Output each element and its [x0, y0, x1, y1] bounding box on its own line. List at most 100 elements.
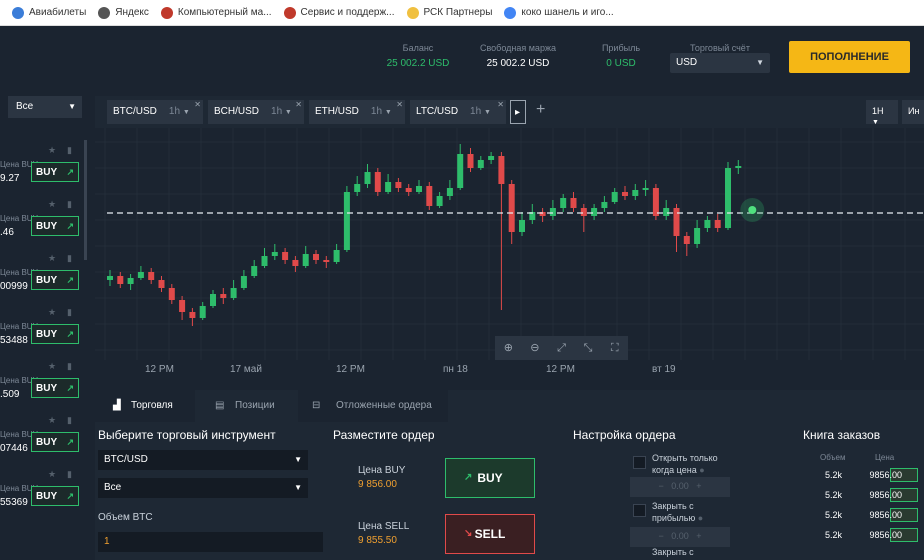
- chart-tab[interactable]: ETH/USD 1h ▼ ✕: [309, 100, 405, 124]
- instrument-row[interactable]: ★ ▮ Цена BUY 9.27 BUY ↗: [0, 140, 86, 194]
- instrument-buy-button[interactable]: BUY ↗: [31, 162, 79, 182]
- buy-button[interactable]: ↗ BUY: [445, 458, 535, 498]
- candle-body: [457, 154, 464, 188]
- arrow-up-right-icon: ↗: [66, 275, 74, 285]
- fullscreen-icon[interactable]: ⛶: [601, 336, 628, 360]
- candle-body: [282, 252, 289, 260]
- zoom-out-icon[interactable]: ⊖: [522, 336, 549, 360]
- star-icon[interactable]: ★: [48, 469, 56, 480]
- instrument-row[interactable]: ★ ▮ Цена BUY .509 BUY ↗: [0, 356, 86, 410]
- bookmark-favicon-icon: [98, 6, 111, 19]
- chart-tab[interactable]: LTC/USD 1h ▼ ✕: [410, 100, 506, 124]
- orderbook-price[interactable]: 9856.00: [862, 510, 902, 520]
- star-icon[interactable]: ★: [48, 307, 56, 318]
- star-icon[interactable]: ★: [48, 145, 56, 156]
- orderbook-volume: 5.2k: [824, 530, 842, 540]
- chart-tab[interactable]: BTC/USD 1h ▼ ✕: [107, 100, 203, 124]
- arrow-up-right-icon: ↗: [66, 437, 74, 447]
- topup-button[interactable]: ПОПОЛНЕНИЕ: [789, 41, 910, 73]
- volume-input[interactable]: 1: [98, 532, 323, 552]
- bookmark-item[interactable]: Авиабилеты: [12, 6, 86, 19]
- tab-pending-orders[interactable]: ⊟ Отложенные ордера: [298, 390, 448, 422]
- star-icon[interactable]: ★: [48, 199, 56, 210]
- chart-bars-icon[interactable]: ▮: [67, 253, 72, 264]
- bookmark-item[interactable]: Компьютерный ма...: [160, 6, 272, 19]
- chart-toolbar: ⊕ ⊖ ⤢ ⤡ ⛶: [495, 336, 628, 360]
- arrow-up-right-icon: ↗: [66, 491, 74, 501]
- chart-bars-icon[interactable]: ▮: [67, 307, 72, 318]
- bookmark-favicon-icon: [406, 6, 419, 19]
- category-select[interactable]: Все ▼: [98, 478, 308, 498]
- candle-body: [333, 250, 340, 262]
- bookmarks-bar: Авиабилеты Яндекс Компьютерный ма... Сервис…: [0, 0, 924, 26]
- instrument-buy-label: BUY: [36, 221, 58, 232]
- instrument-row[interactable]: ★ ▮ Цена BUY 55369 BUY ↗: [0, 464, 86, 518]
- add-tab-icon[interactable]: +: [532, 100, 554, 124]
- instrument-buy-button[interactable]: BUY ↗: [31, 378, 79, 398]
- instrument-buy-button[interactable]: BUY ↗: [31, 432, 79, 452]
- x-tick-label: 17 май: [230, 364, 262, 375]
- account-currency-select[interactable]: USD ▼: [670, 53, 770, 73]
- chart-bars-icon: ▟: [113, 400, 121, 411]
- x-tick-label: 12 PM: [336, 364, 365, 375]
- instrument-filter-select[interactable]: Все ▼: [8, 96, 82, 118]
- instrument-price: .509: [0, 389, 20, 400]
- star-icon[interactable]: ★: [48, 361, 56, 372]
- take-profit-label: Закрыть с прибылью ●: [652, 500, 712, 524]
- star-icon[interactable]: ★: [48, 415, 56, 426]
- list-scrollbar[interactable]: [84, 140, 87, 260]
- tabs-scroll-right-icon[interactable]: ▸: [510, 100, 526, 124]
- instrument-buy-label: BUY: [36, 491, 58, 502]
- chart-tab[interactable]: BCH/USD 1h ▼ ✕: [208, 100, 304, 124]
- instrument-row[interactable]: ★ ▮ Цена BUY 00999 BUY ↗: [0, 248, 86, 302]
- chart-bars-icon[interactable]: ▮: [67, 145, 72, 156]
- close-icon[interactable]: ✕: [396, 100, 403, 109]
- indicators-label: Ин: [908, 106, 920, 116]
- account-currency-value: USD: [676, 57, 698, 68]
- bookmark-item[interactable]: Сервис и поддерж...: [283, 6, 395, 19]
- instrument-buy-button[interactable]: BUY ↗: [31, 486, 79, 506]
- instrument-buy-button[interactable]: BUY ↗: [31, 324, 79, 344]
- candle-body: [323, 260, 330, 262]
- candle-body: [694, 228, 701, 244]
- orderbook-price[interactable]: 9856.00: [862, 490, 902, 500]
- close-icon[interactable]: ✕: [194, 100, 201, 109]
- bookmark-item[interactable]: Яндекс: [98, 6, 149, 19]
- candle-body: [725, 168, 731, 228]
- bookmark-item[interactable]: РСК Партнеры: [406, 6, 492, 19]
- bookmark-label: Компьютерный ма...: [177, 7, 272, 18]
- shrink-diagonal-icon[interactable]: ⤡: [575, 336, 602, 360]
- sell-button[interactable]: ↘ SELL: [445, 514, 535, 554]
- take-profit-text: Закрыть с прибылью: [652, 501, 696, 523]
- open-when-price-checkbox[interactable]: [633, 456, 646, 469]
- expand-diagonal-icon[interactable]: ⤢: [548, 336, 575, 360]
- chart-bars-icon[interactable]: ▮: [67, 469, 72, 480]
- instrument-row[interactable]: ★ ▮ Цена BUY .46 BUY ↗: [0, 194, 86, 248]
- candle-body: [714, 220, 721, 228]
- chart-bars-icon[interactable]: ▮: [67, 361, 72, 372]
- orderbook-price[interactable]: 9856.00: [862, 530, 902, 540]
- instrument-section-title: Выберите торговый инструмент: [98, 428, 276, 442]
- chart-bars-icon[interactable]: ▮: [67, 415, 72, 426]
- timeframe-select[interactable]: 1H ▼: [866, 100, 898, 126]
- instrument-price: 9.27: [0, 173, 20, 184]
- close-icon[interactable]: ✕: [295, 100, 302, 109]
- tab-positions[interactable]: ▤ Позиции: [197, 390, 293, 422]
- instrument-buy-button[interactable]: BUY ↗: [31, 270, 79, 290]
- take-profit-checkbox[interactable]: [633, 504, 646, 517]
- instrument-buy-button[interactable]: BUY ↗: [31, 216, 79, 236]
- instrument-select[interactable]: BTC/USD ▼: [98, 450, 308, 470]
- star-icon[interactable]: ★: [48, 253, 56, 264]
- candle-body: [601, 202, 608, 208]
- chart-bars-icon[interactable]: ▮: [67, 199, 72, 210]
- bookmark-item[interactable]: коко шанель и иго...: [504, 6, 614, 19]
- instrument-row[interactable]: ★ ▮ Цена BUY 07446 BUY ↗: [0, 410, 86, 464]
- x-tick-label: пн 18: [443, 364, 468, 375]
- close-icon[interactable]: ✕: [497, 100, 504, 109]
- indicators-button[interactable]: Ин: [902, 100, 924, 124]
- candle-body: [488, 156, 495, 160]
- zoom-in-icon[interactable]: ⊕: [495, 336, 522, 360]
- tab-trading[interactable]: ▟ Торговля: [95, 390, 195, 422]
- instrument-row[interactable]: ★ ▮ Цена BUY 53488 BUY ↗: [0, 302, 86, 356]
- orderbook-price[interactable]: 9856.00: [862, 470, 902, 480]
